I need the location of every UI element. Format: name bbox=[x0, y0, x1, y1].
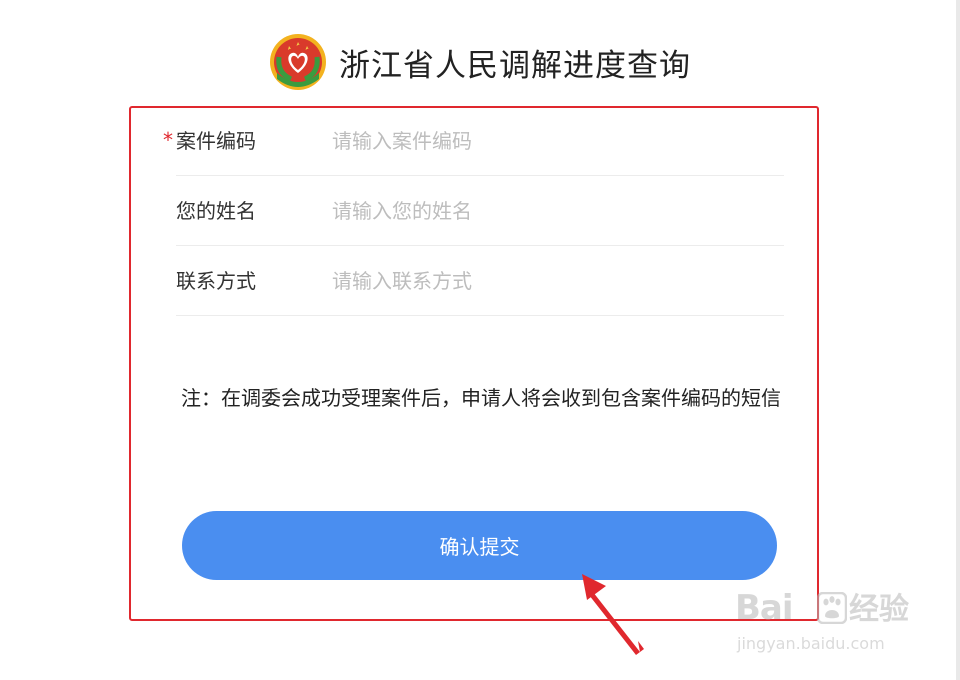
form-row-contact: 联系方式 bbox=[176, 246, 784, 316]
required-star: * bbox=[163, 128, 173, 152]
name-input[interactable] bbox=[332, 194, 772, 228]
case-code-label: 案件编码 bbox=[176, 129, 256, 153]
form-row-case-code: * 案件编码 bbox=[163, 106, 784, 176]
baidu-jingyan-watermark: Bai 经验 jingyan.baidu.com bbox=[735, 588, 925, 668]
page-edge bbox=[956, 0, 960, 680]
people-mediation-emblem-icon bbox=[269, 33, 327, 91]
case-code-input[interactable] bbox=[332, 124, 772, 158]
submit-button[interactable]: 确认提交 bbox=[182, 511, 777, 580]
red-arrow-icon bbox=[560, 560, 680, 670]
contact-input[interactable] bbox=[332, 264, 772, 298]
form-row-name: 您的姓名 bbox=[176, 176, 784, 246]
watermark-jingyan: 经验 bbox=[849, 592, 909, 627]
watermark-url: jingyan.baidu.com bbox=[737, 634, 885, 653]
name-label: 您的姓名 bbox=[176, 199, 256, 223]
watermark-brand: Bai bbox=[735, 588, 794, 628]
contact-label: 联系方式 bbox=[176, 269, 256, 293]
form-note: 注：在调委会成功受理案件后，申请人将会收到包含案件编码的短信 bbox=[181, 386, 781, 410]
page-title: 浙江省人民调解进度查询 bbox=[339, 47, 691, 84]
page-header: 浙江省人民调解进度查询 bbox=[0, 30, 960, 94]
baidu-paw-icon bbox=[816, 591, 848, 625]
